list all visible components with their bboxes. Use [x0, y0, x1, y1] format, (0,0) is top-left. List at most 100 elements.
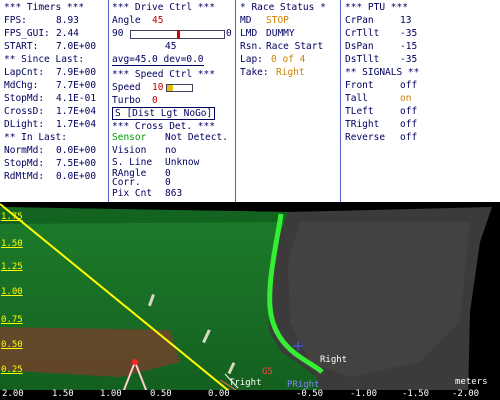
crtilt-value: -35: [400, 28, 418, 39]
front-label: Front: [345, 80, 374, 91]
rsn-label: Rsn.: [240, 41, 263, 52]
front-value: off: [400, 80, 418, 91]
angle-label: Angle: [112, 15, 141, 26]
stopmd-label: StopMd:: [4, 93, 45, 104]
angle-slider-max: 0: [226, 28, 232, 39]
speed-label: Speed: [112, 82, 141, 93]
rsn-value: Race Start: [266, 41, 324, 52]
fps-gui-value: 2.44: [56, 28, 79, 39]
signals-title: ** SIGNALS **: [345, 67, 420, 78]
y-tick-label: 1.25: [1, 262, 23, 272]
sline-value: Unknow: [165, 157, 200, 168]
y-tick-label: 0.75: [1, 315, 23, 325]
crossd-label: CrossD:: [4, 106, 45, 117]
drive-ctrl-title: *** Drive Ctrl ***: [112, 2, 215, 13]
normmd-label: NormMd:: [4, 145, 45, 156]
crtilt-label: CrTllt: [345, 28, 380, 39]
angle-slider[interactable]: [130, 30, 225, 39]
lmd-value: DUMMY: [266, 28, 295, 39]
in-last-title: ** In Last:: [4, 132, 67, 143]
pixcnt-value: 863: [165, 188, 183, 199]
camera-overlay: [0, 203, 500, 400]
x-tick-label: 2.00: [2, 389, 24, 399]
drive-panel: *** Drive Ctrl *** Angle 45 90 0 45 avg=…: [109, 0, 235, 202]
lmd-label: LMD: [240, 28, 258, 39]
angle-slider-value: 45: [165, 41, 177, 52]
tright-label: TRight: [345, 119, 380, 130]
stopmd2-label: StopMd:: [4, 158, 45, 169]
sensor-label: Sensor: [112, 132, 147, 143]
timers-title: *** Timers ***: [4, 2, 85, 13]
lapcnt-value: 7.9E+00: [56, 67, 97, 78]
take-label: Take:: [240, 67, 269, 78]
drive-mode-button[interactable]: S [Dist Lgt NoGo]: [112, 107, 216, 120]
take-value: Right: [276, 67, 305, 78]
y-tick-label: 1.75: [1, 212, 23, 222]
crpan-value: 13: [400, 15, 412, 26]
normmd-value: 0.0E+00: [56, 145, 97, 156]
marker-dot: [132, 359, 138, 365]
speed-bar-fill: [167, 85, 173, 91]
pright-marker-label: PRight: [287, 380, 320, 390]
rdmtmd-value: 0.0E+00: [56, 171, 97, 182]
y-tick-label: 0.25: [1, 365, 23, 375]
md-label: MD: [240, 15, 252, 26]
floor-shadow: [0, 207, 288, 224]
angle-slider-thumb[interactable]: [176, 30, 180, 39]
stopmd2-value: 7.5E+00: [56, 158, 97, 169]
speed-bar[interactable]: [166, 84, 193, 92]
mdchg-label: MdChg:: [4, 80, 39, 91]
mdchg-value: 7.7E+00: [56, 80, 97, 91]
tright-value: off: [400, 119, 418, 130]
ptu-panel: *** PTU *** CrPan 13 CrTllt -35 DsPan -1…: [341, 0, 500, 202]
x-tick-label: 1.50: [52, 389, 74, 399]
start-value: 7.0E+00: [56, 41, 97, 52]
angle-slider-min: 90: [112, 28, 124, 39]
x-tick-label: -1.00: [350, 389, 378, 399]
dstilt-label: DsTllt: [345, 54, 380, 65]
y-tick-label: 1.00: [1, 287, 23, 297]
turbo-value: 0: [152, 95, 158, 106]
dspan-label: DsPan: [345, 41, 374, 52]
fps-gui-label: FPS_GUI:: [4, 28, 50, 39]
reverse-label: Reverse: [345, 132, 386, 143]
corr-label: Corr.: [112, 177, 141, 188]
y-tick-label: 0.50: [1, 340, 23, 350]
sensor-value: Not Detect.: [165, 132, 228, 143]
lap-value: 0 of 4: [271, 54, 306, 65]
x-tick-label: 0.50: [150, 389, 172, 399]
lap-label: Lap:: [240, 54, 263, 65]
tail-value: on: [400, 93, 412, 104]
angle-value: 45: [152, 15, 164, 26]
reverse-value: off: [400, 132, 418, 143]
timers-panel: *** Timers *** FPS: 8.93 FPS_GUI: 2.44 S…: [0, 0, 108, 202]
start-label: START:: [4, 41, 39, 52]
y-tick-label: 1.50: [1, 239, 23, 249]
cross-det-title: *** Cross Det. ***: [112, 121, 215, 132]
tright-marker-label: Tright: [229, 378, 262, 388]
race-status-panel: * Race Status * MD STOP LMD DUMMY Rsn. R…: [236, 0, 340, 202]
corr-value: 0: [165, 177, 171, 188]
x-tick-label: 0.00: [208, 389, 230, 399]
speed-value: 10: [152, 82, 164, 93]
since-last-title: ** Since Last:: [4, 54, 85, 65]
dlight-label: DLight:: [4, 119, 45, 130]
ptu-title: *** PTU ***: [345, 2, 408, 13]
right-track-label: Right: [320, 355, 348, 365]
crpan-label: CrPan: [345, 15, 374, 26]
stopmd-value: 4.1E-01: [56, 93, 97, 104]
rdmtmd-label: RdMtMd:: [4, 171, 45, 182]
x-tick-label: -2.00: [452, 389, 480, 399]
camera-view[interactable]: 1.75 1.50 1.25 1.00 0.75 0.50 0.25 2.00 …: [0, 202, 500, 400]
speed-ctrl-title: *** Speed Ctrl ***: [112, 69, 215, 80]
race-status-title: * Race Status *: [240, 2, 326, 13]
fps-value: 8.93: [56, 15, 79, 26]
sline-label: S. Line: [112, 157, 153, 168]
tleft-value: off: [400, 106, 418, 117]
tail-label: Tall: [345, 93, 368, 104]
vision-label: Vision: [112, 145, 147, 156]
avg-dev-readout: avg=45.0 dev=0.0: [112, 54, 204, 66]
dstilt-value: -35: [400, 54, 418, 65]
crossd-value: 1.7E+04: [56, 106, 97, 117]
fps-label: FPS:: [4, 15, 27, 26]
